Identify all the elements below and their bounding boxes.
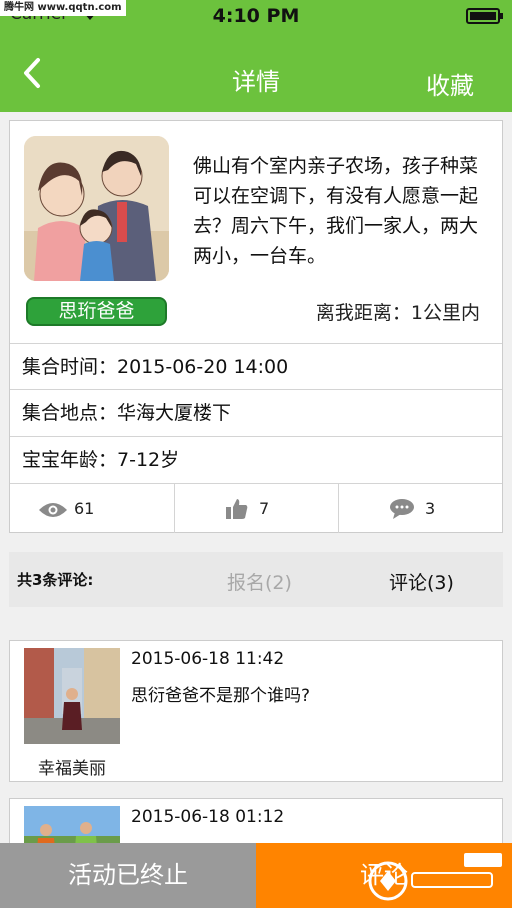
status-time: 4:10 PM	[212, 5, 300, 27]
likes-count: 7	[259, 499, 270, 518]
battery-icon	[466, 8, 503, 24]
comment-time: 2015-06-18 01:12	[131, 807, 285, 827]
user-avatar[interactable]	[24, 136, 169, 281]
favorite-button[interactable]: 收藏	[426, 66, 474, 101]
qqtn-logo-icon	[368, 853, 502, 901]
views-stat: 61	[10, 484, 174, 533]
status-bar: Carrier 腾牛网 www.qqtn.com 4:10 PM	[0, 0, 512, 34]
stats-row: 61 7 3	[10, 483, 502, 533]
activity-description: 佛山有个室内亲子农场，孩子种菜可以在空调下，有没有人愿意一起去？周六下午，我们一…	[193, 155, 479, 267]
comment-item: 幸福美丽 2015-06-18 11:42 思衍爸爸不是那个谁吗?	[9, 640, 503, 782]
distance-label: 离我距离：1公里内	[315, 302, 480, 324]
comments-stat[interactable]: 3	[338, 484, 502, 533]
eye-icon	[39, 503, 67, 517]
bottom-action-bar: 活动已终止 评论	[0, 843, 512, 908]
comment-tab-bar: 共3条评论: 报名(2) 评论(3)	[9, 552, 503, 607]
meet-time-row: 集合时间：2015-06-20 14:00	[10, 343, 502, 389]
tab-signup[interactable]: 报名(2)	[227, 568, 292, 595]
activity-card: 佛山有个室内亲子农场，孩子种菜可以在空调下，有没有人愿意一起去？周六下午，我们一…	[9, 120, 503, 533]
thumbs-up-icon	[226, 499, 248, 519]
tab-comments[interactable]: 评论(3)	[389, 568, 454, 595]
baby-age-row: 宝宝年龄：7-12岁	[10, 436, 502, 482]
likes-stat[interactable]: 7	[174, 484, 338, 533]
user-name-badge[interactable]: 思珩爸爸	[26, 297, 167, 326]
nav-bar: 详情 收藏	[0, 34, 512, 112]
comments-count: 3	[425, 499, 436, 518]
comment-text: 思衍爸爸不是那个谁吗?	[131, 686, 311, 706]
commenter-avatar[interactable]	[24, 648, 120, 744]
views-count: 61	[74, 499, 95, 518]
activity-ended-button: 活动已终止	[0, 843, 256, 908]
comment-count-label: 共3条评论:	[17, 571, 94, 589]
commenter-name: 幸福美丽	[38, 759, 106, 779]
chat-bubble-icon	[390, 499, 414, 519]
comment-time: 2015-06-18 11:42	[131, 649, 285, 669]
meet-place-row: 集合地点：华海大厦楼下	[10, 389, 502, 435]
